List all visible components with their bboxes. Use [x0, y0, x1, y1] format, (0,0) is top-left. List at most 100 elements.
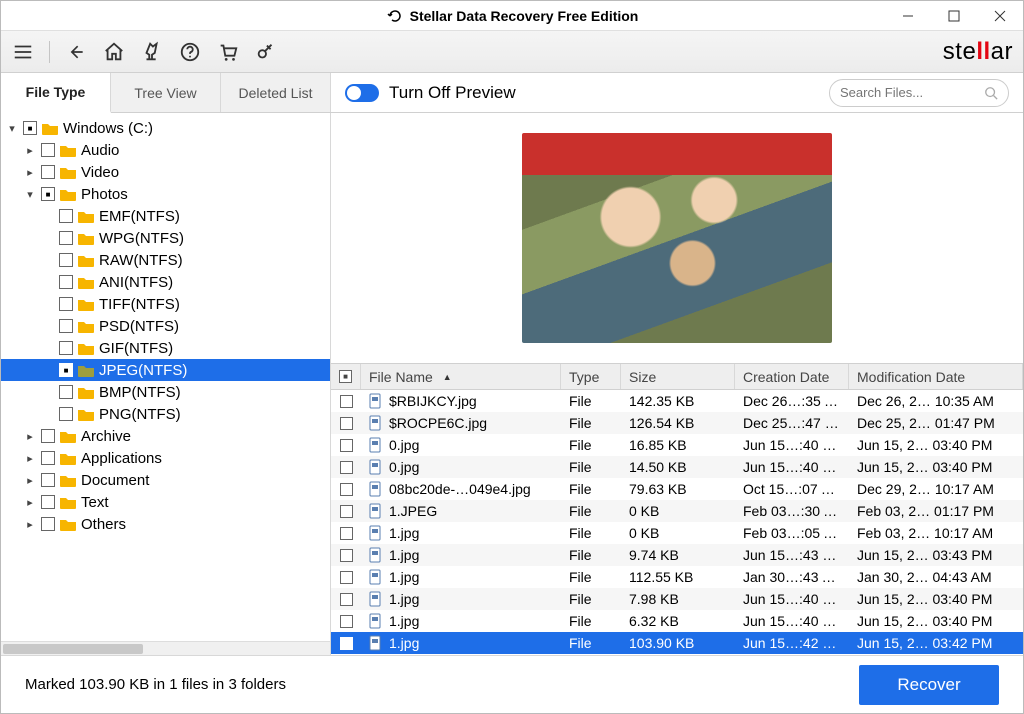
checkbox[interactable]	[23, 121, 37, 135]
tree-node[interactable]: WPG(NTFS)	[1, 227, 330, 249]
checkbox[interactable]	[59, 231, 73, 245]
preview-toggle[interactable]: Turn Off Preview	[345, 83, 516, 103]
tree-label: RAW(NTFS)	[99, 252, 183, 269]
tree-node[interactable]: ▸Archive	[1, 425, 330, 447]
row-checkbox[interactable]	[340, 483, 353, 496]
file-modified: Feb 03, 2… 10:17 AM	[849, 525, 1023, 541]
col-check[interactable]: ■	[331, 364, 361, 389]
row-checkbox[interactable]	[340, 417, 353, 430]
checkbox[interactable]	[59, 209, 73, 223]
checkbox[interactable]	[41, 429, 55, 443]
row-checkbox[interactable]	[340, 615, 353, 628]
checkbox[interactable]	[59, 363, 73, 377]
tree-node[interactable]: ▸Applications	[1, 447, 330, 469]
tab-tree-view[interactable]: Tree View	[111, 73, 221, 112]
checkbox[interactable]	[59, 407, 73, 421]
checkbox[interactable]	[41, 143, 55, 157]
file-name: $RBIJKCY.jpg	[389, 393, 477, 409]
row-checkbox[interactable]: ✔	[340, 637, 353, 650]
checkbox[interactable]	[59, 341, 73, 355]
col-modified[interactable]: Modification Date	[849, 364, 1023, 389]
checkbox[interactable]	[59, 297, 73, 311]
file-modified: Feb 03, 2… 01:17 PM	[849, 503, 1023, 519]
col-size[interactable]: Size	[621, 364, 735, 389]
row-checkbox[interactable]	[340, 571, 353, 584]
table-row[interactable]: $ROCPE6C.jpgFile126.54 KBDec 25…:47 PMDe…	[331, 412, 1023, 434]
row-checkbox[interactable]	[340, 461, 353, 474]
table-row[interactable]: 1.jpgFile9.74 KBJun 15…:43 PMJun 15, 2… …	[331, 544, 1023, 566]
toggle-switch-icon[interactable]	[345, 84, 379, 102]
checkbox[interactable]	[41, 473, 55, 487]
tree-node[interactable]: RAW(NTFS)	[1, 249, 330, 271]
checkbox[interactable]	[41, 187, 55, 201]
help-icon[interactable]	[178, 40, 202, 64]
row-checkbox[interactable]	[340, 527, 353, 540]
row-checkbox[interactable]	[340, 549, 353, 562]
key-icon[interactable]	[254, 40, 278, 64]
folder-icon	[59, 165, 77, 179]
table-row[interactable]: $RBIJKCY.jpgFile142.35 KBDec 26…:35 AMDe…	[331, 390, 1023, 412]
tree-label: Audio	[81, 142, 119, 159]
tab-file-type[interactable]: File Type	[1, 73, 111, 113]
table-row[interactable]: ✔1.jpgFile103.90 KBJun 15…:42 PMJun 15, …	[331, 632, 1023, 654]
checkbox[interactable]	[41, 451, 55, 465]
tree-node[interactable]: ▾Photos	[1, 183, 330, 205]
home-icon[interactable]	[102, 40, 126, 64]
table-row[interactable]: 1.jpgFile6.32 KBJun 15…:40 PMJun 15, 2… …	[331, 610, 1023, 632]
tree-node[interactable]: PSD(NTFS)	[1, 315, 330, 337]
checkbox[interactable]	[59, 319, 73, 333]
row-checkbox[interactable]	[340, 395, 353, 408]
col-created[interactable]: Creation Date	[735, 364, 849, 389]
recover-button[interactable]: Recover	[859, 665, 999, 705]
file-created: Jun 15…:42 PM	[735, 635, 849, 651]
checkbox[interactable]	[41, 495, 55, 509]
file-name: 1.jpg	[389, 525, 419, 541]
minimize-button[interactable]	[885, 1, 931, 31]
file-type: File	[561, 393, 621, 409]
tree-node[interactable]: JPEG(NTFS)	[1, 359, 330, 381]
deep-scan-icon[interactable]	[140, 40, 164, 64]
tree-node[interactable]: BMP(NTFS)	[1, 381, 330, 403]
tree-node[interactable]: ▸Audio	[1, 139, 330, 161]
search-input[interactable]	[840, 85, 970, 100]
checkbox[interactable]	[59, 275, 73, 289]
table-row[interactable]: 1.jpgFile112.55 KBJan 30…:43 AMJan 30, 2…	[331, 566, 1023, 588]
tab-deleted-list[interactable]: Deleted List	[221, 73, 331, 112]
row-checkbox[interactable]	[340, 593, 353, 606]
table-row[interactable]: 08bc20de-…049e4.jpgFile79.63 KBOct 15…:0…	[331, 478, 1023, 500]
tree-node[interactable]: ▾Windows (C:)	[1, 117, 330, 139]
table-row[interactable]: 0.jpgFile14.50 KBJun 15…:40 PMJun 15, 2……	[331, 456, 1023, 478]
row-checkbox[interactable]	[340, 439, 353, 452]
back-icon[interactable]	[64, 40, 88, 64]
table-row[interactable]: 1.jpgFile7.98 KBJun 15…:40 PMJun 15, 2… …	[331, 588, 1023, 610]
cart-icon[interactable]	[216, 40, 240, 64]
checkbox[interactable]	[41, 165, 55, 179]
col-type[interactable]: Type	[561, 364, 621, 389]
close-button[interactable]	[977, 1, 1023, 31]
table-row[interactable]: 0.jpgFile16.85 KBJun 15…:40 PMJun 15, 2……	[331, 434, 1023, 456]
checkbox[interactable]	[59, 253, 73, 267]
maximize-button[interactable]	[931, 1, 977, 31]
search-box[interactable]	[829, 79, 1009, 107]
checkbox[interactable]	[59, 385, 73, 399]
hamburger-icon[interactable]	[11, 40, 35, 64]
row-checkbox[interactable]	[340, 505, 353, 518]
checkbox[interactable]	[41, 517, 55, 531]
tree-node[interactable]: TIFF(NTFS)	[1, 293, 330, 315]
tree[interactable]: ▾Windows (C:)▸Audio▸Video▾PhotosEMF(NTFS…	[1, 113, 330, 641]
tree-node[interactable]: EMF(NTFS)	[1, 205, 330, 227]
col-name[interactable]: File Name▲	[361, 364, 561, 389]
table-row[interactable]: 1.jpgFile0 KBFeb 03…:05 AMFeb 03, 2… 10:…	[331, 522, 1023, 544]
table-row[interactable]: 1.JPEGFile0 KBFeb 03…:30 AMFeb 03, 2… 01…	[331, 500, 1023, 522]
tree-node[interactable]: PNG(NTFS)	[1, 403, 330, 425]
tree-node[interactable]: ▸Text	[1, 491, 330, 513]
file-modified: Dec 25, 2… 01:47 PM	[849, 415, 1023, 431]
tree-node[interactable]: ▸Others	[1, 513, 330, 535]
tree-node[interactable]: ANI(NTFS)	[1, 271, 330, 293]
window-title: Stellar Data Recovery Free Edition	[410, 8, 639, 24]
grid-body[interactable]: $RBIJKCY.jpgFile142.35 KBDec 26…:35 AMDe…	[331, 390, 1023, 655]
sidebar-scrollbar[interactable]	[1, 641, 330, 655]
tree-node[interactable]: GIF(NTFS)	[1, 337, 330, 359]
tree-node[interactable]: ▸Video	[1, 161, 330, 183]
tree-node[interactable]: ▸Document	[1, 469, 330, 491]
